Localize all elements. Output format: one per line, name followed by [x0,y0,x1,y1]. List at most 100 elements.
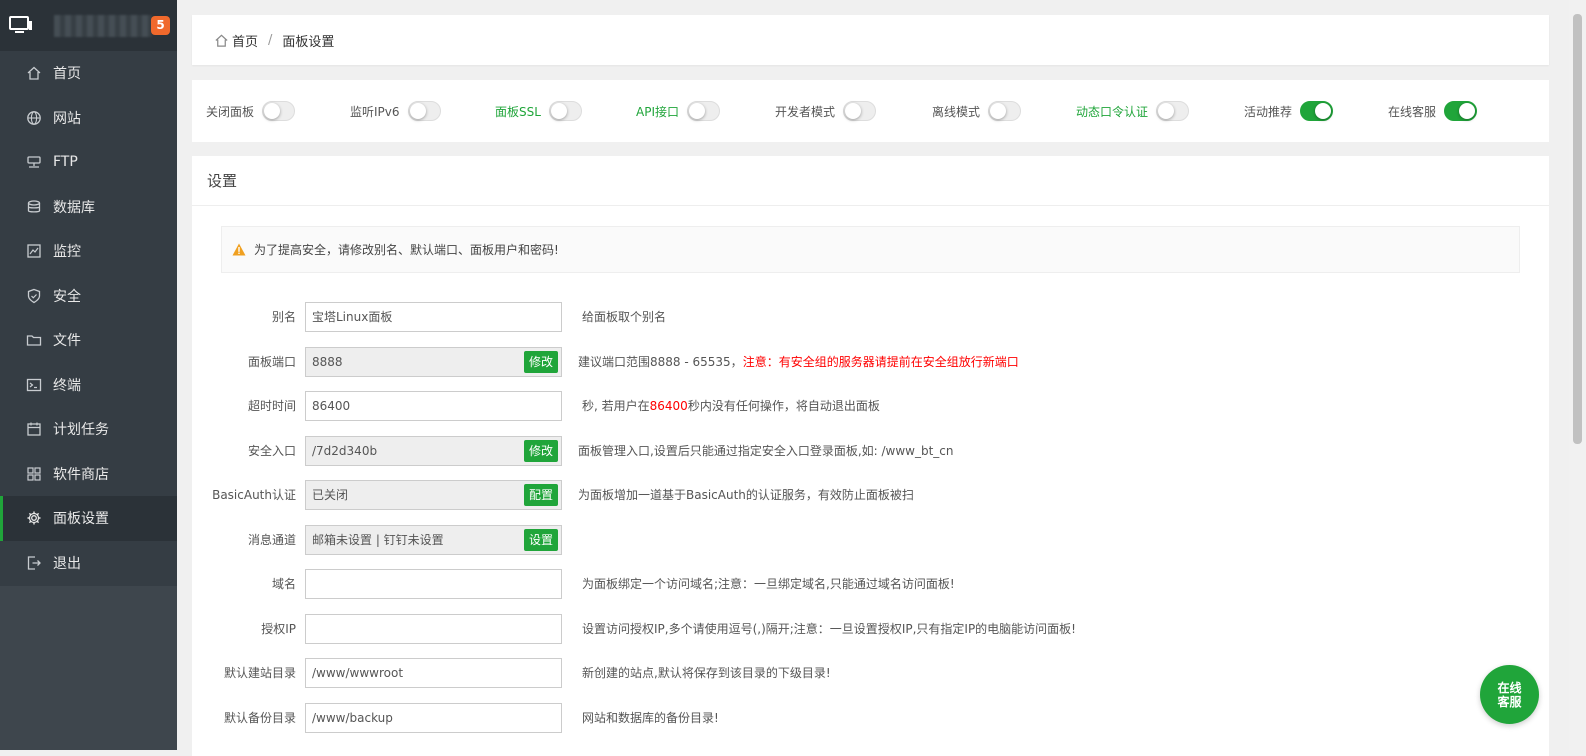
sidebar-item-ftp[interactable]: FTP [0,140,177,185]
sidebar-item-label: 计划任务 [53,422,109,439]
row-label: BasicAuth认证 [212,488,296,502]
row-hint: 为面板增加一道基于BasicAuth的认证服务，有效防止面板被扫 [578,488,914,502]
home-icon[interactable] [214,33,229,48]
ftp-icon [25,153,43,171]
security-warning: 为了提高安全，请修改别名、默认端口、面板用户和密码! [221,226,1520,273]
sidebar-item-logout[interactable]: 退出 [0,541,177,586]
toggle-label: 监听IPv6 [350,104,400,119]
toggle-label: 在线客服 [1388,104,1437,119]
breadcrumb-separator: / [268,32,273,48]
sidebar-item-label: 文件 [53,333,81,350]
setting-row-security-entry: 安全入口 /7d2d340b 修改 面板管理入口,设置后只能通过指定安全入口登录… [192,436,1549,466]
sidebar-item-cron[interactable]: 计划任务 [0,407,177,452]
gear-icon [25,509,43,527]
offline-switch[interactable] [988,101,1022,121]
sidebar-item-panel-settings[interactable]: 面板设置 [0,496,177,541]
row-label: 面板端口 [247,355,296,369]
sidebar-item-monitor[interactable]: 监控 [0,229,177,274]
notification-badge[interactable]: 5 [151,16,170,35]
timeout-hint-post: 秒内没有任何操作，将自动退出面板 [687,399,880,413]
row-label: 消息通道 [247,533,296,547]
sidebar-item-security[interactable]: 安全 [0,274,177,319]
settings-panel: 设置 为了提高安全，请修改别名、默认端口、面板用户和密码! 别名 宝塔Linux… [192,156,1549,756]
toggle-label[interactable]: 面板SSL [495,103,541,120]
row-label: 安全入口 [247,444,296,458]
row-label: 超时时间 [247,399,296,413]
page-scrollbar[interactable] [1569,0,1586,750]
authorized-ip-input[interactable] [305,614,562,644]
online-service-button[interactable]: 在线 客服 [1480,665,1539,724]
backup-dir-input[interactable]: /www/backup [305,703,562,733]
warning-text: 为了提高安全，请修改别名、默认端口、面板用户和密码! [254,243,559,257]
domain-input[interactable] [305,569,562,599]
row-label: 授权IP [261,622,296,636]
sidebar-item-label: 首页 [53,66,81,83]
toggle-2fa: 动态口令认证 [1076,80,1190,142]
port-hint-text: 建议端口范围8888 - 65535， [578,355,743,369]
setting-row-alias: 别名 宝塔Linux面板 给面板取个别名 [192,302,1549,332]
toggle-bar: 关闭面板 监听IPv6 面板SSL API接口 开发者模式 离线模式 动态口令认… [192,80,1549,142]
monitor-icon [9,16,32,33]
sidebar-item-database[interactable]: 数据库 [0,185,177,230]
toggle-label: 开发者模式 [775,104,836,119]
ipv6-switch[interactable] [407,101,441,121]
row-hint: 设置访问授权IP,多个请使用逗号(,)隔开;注意：一旦设置授权IP,只有指定IP… [582,622,1076,636]
2fa-switch[interactable] [1156,101,1190,121]
api-switch[interactable] [687,101,720,121]
setting-row-message-channel: 消息通道 邮箱未设置 | 钉钉未设置 设置 [192,525,1549,555]
close-panel-switch[interactable] [262,101,296,121]
sidebar-item-home[interactable]: 首页 [0,51,177,96]
online-service-switch[interactable] [1444,101,1478,121]
toggle-label: 活动推荐 [1244,104,1293,119]
service-label-line2: 客服 [1497,694,1522,709]
toggle-offline: 离线模式 [932,80,1022,142]
sidebar-item-files[interactable]: 文件 [0,318,177,363]
sidebar-item-label: 退出 [53,555,81,572]
panel-title: 设置 [192,156,1549,206]
setting-row-domain: 域名 为面板绑定一个访问域名;注意：一旦绑定域名,只能通过域名访问面板! [192,569,1549,599]
breadcrumb-home-link[interactable]: 首页 [232,31,258,50]
toggle-online-service: 在线客服 [1388,80,1478,142]
toggle-ssl: 面板SSL [495,80,582,142]
terminal-icon [25,376,43,394]
service-label-line1: 在线 [1497,680,1522,695]
setting-row-site-dir: 默认建站目录 /www/wwwroot 新创建的站点,默认将保存到该目录的下级目… [192,658,1549,688]
modify-port-button[interactable]: 修改 [523,351,558,373]
sidebar-item-label: 安全 [53,288,81,305]
sidebar-item-terminal[interactable]: 终端 [0,363,177,408]
promotions-switch[interactable] [1300,101,1334,121]
home-icon [25,64,43,82]
row-label: 默认建站目录 [223,666,296,680]
basicauth-input: 已关闭 配置 [305,480,562,510]
sidebar-footer [0,586,177,750]
modify-security-entry-button[interactable]: 修改 [523,440,558,462]
sidebar-item-label: 网站 [53,110,81,127]
server-name-blurred [54,15,152,37]
alias-input[interactable]: 宝塔Linux面板 [305,302,562,332]
site-dir-input[interactable]: /www/wwwroot [305,658,562,688]
sidebar-item-store[interactable]: 软件商店 [0,452,177,497]
toggle-label: 关闭面板 [206,104,255,119]
toggle-dev-mode: 开发者模式 [775,80,877,142]
row-hint: 为面板绑定一个访问域名;注意：一旦绑定域名,只能通过域名访问面板! [582,577,955,591]
message-channel-value: 邮箱未设置 | 钉钉未设置 [312,533,444,547]
toggle-ipv6: 监听IPv6 [350,80,441,142]
setup-message-channel-button[interactable]: 设置 [523,529,558,551]
toggle-label[interactable]: 动态口令认证 [1076,103,1148,120]
configure-basicauth-button[interactable]: 配置 [523,484,558,506]
setting-row-backup-dir: 默认备份目录 /www/backup 网站和数据库的备份目录! [192,703,1549,733]
breadcrumb-current: 面板设置 [282,34,335,50]
sidebar-item-label: 监控 [53,244,81,261]
row-label: 域名 [271,577,296,591]
dev-mode-switch[interactable] [843,101,877,121]
sidebar-header: 5 [0,0,177,51]
timeout-input[interactable]: 86400 [305,391,562,421]
row-hint: 面板管理入口,设置后只能通过指定安全入口登录面板,如: /www_bt_cn [578,444,954,458]
sidebar-item-label: FTP [53,154,78,171]
sidebar-item-label: 数据库 [53,199,95,216]
monitor-chart-icon [25,242,43,260]
scrollbar-thumb[interactable] [1573,14,1582,444]
sidebar-item-website[interactable]: 网站 [0,96,177,141]
toggle-label[interactable]: API接口 [636,103,679,120]
ssl-switch[interactable] [548,101,582,121]
